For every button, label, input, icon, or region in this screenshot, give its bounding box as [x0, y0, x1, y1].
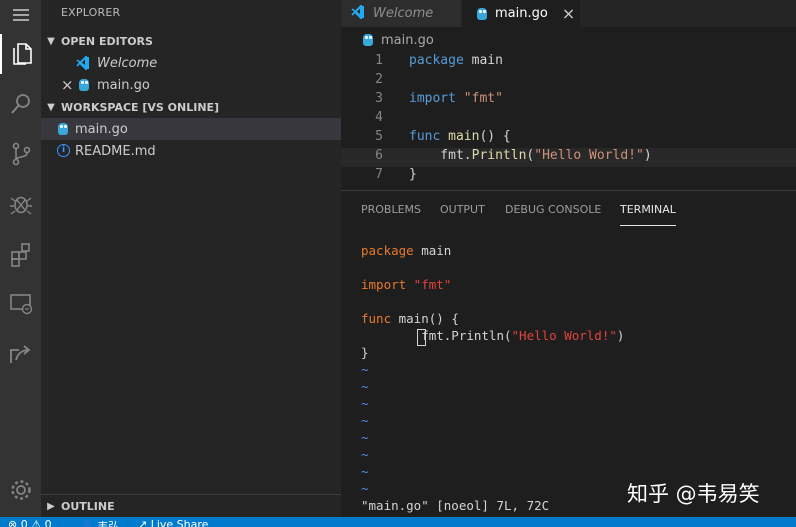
- close-icon[interactable]: ×: [61, 76, 74, 94]
- code-token: main: [448, 129, 480, 144]
- go-file-icon: [477, 7, 487, 20]
- code-token: fmt.: [409, 148, 472, 163]
- tab-output[interactable]: OUTPUT: [440, 203, 485, 225]
- editor-tabs: Welcome main.go ×: [341, 0, 796, 27]
- go-file-icon: [58, 123, 68, 135]
- open-editor-item-main-go[interactable]: × main.go: [41, 74, 341, 96]
- terminal-status-line: "main.go" [noeol] 7L, 72C: [361, 498, 550, 513]
- open-editor-label: Welcome: [97, 55, 158, 71]
- live-share-button[interactable]: ↗ Live Share: [138, 518, 208, 527]
- terminal-line: package main: [361, 243, 452, 258]
- file-label: main.go: [75, 121, 128, 137]
- outline-section-header[interactable]: ▶ OUTLINE: [41, 494, 341, 517]
- problems-indicator[interactable]: ⊗ 0 ⚠ 0: [8, 518, 52, 527]
- line-number: 3: [375, 91, 383, 106]
- source-control-icon[interactable]: [0, 134, 41, 174]
- chevron-right-icon: ▶: [47, 500, 55, 512]
- open-editors-label: OPEN EDITORS: [61, 34, 153, 48]
- vscode-logo-icon: [351, 3, 365, 23]
- sidebar-title: EXPLORER: [61, 6, 121, 19]
- terminal-line: fmt.Println("Hello World!"): [361, 328, 625, 343]
- code-token: Println: [471, 148, 527, 163]
- line-number: 6: [375, 148, 383, 163]
- breadcrumb[interactable]: main.go: [341, 28, 796, 52]
- workspace-label: WORKSPACE [VS ONLINE]: [61, 100, 220, 114]
- remote-explorer-icon[interactable]: [0, 284, 41, 324]
- tab-debug-console[interactable]: DEBUG CONSOLE: [505, 203, 601, 225]
- info-icon: i: [57, 144, 70, 157]
- close-icon[interactable]: ×: [562, 4, 575, 23]
- code-line: 3 import "fmt": [341, 91, 796, 110]
- status-bar: ⊗ 0 ⚠ 0 👤 韦弘 ↗ Live Share: [0, 517, 796, 527]
- line-number: 1: [375, 53, 383, 68]
- file-item-main-go[interactable]: main.go: [41, 118, 341, 140]
- tab-problems[interactable]: PROBLEMS: [361, 203, 421, 225]
- watermark: 知乎 @韦易笑: [627, 482, 760, 506]
- terminal-tilde: ~: [361, 430, 369, 445]
- terminal-tilde: ~: [361, 396, 369, 411]
- file-item-readme[interactable]: i README.md: [41, 140, 341, 162]
- explorer-sidebar: EXPLORER ▼ OPEN EDITORS Welcome × main.g…: [41, 0, 341, 517]
- vscode-logo-icon: [76, 54, 90, 74]
- menu-icon[interactable]: [0, 0, 41, 30]
- code-token: "Hello World!": [534, 148, 644, 163]
- code-line: 1 package main: [341, 53, 796, 72]
- line-number: 5: [375, 129, 383, 144]
- tab-terminal[interactable]: TERMINAL: [620, 203, 676, 226]
- search-icon[interactable]: [0, 84, 41, 124]
- code-token: }: [409, 167, 417, 182]
- tab-label: Welcome: [373, 6, 434, 21]
- bottom-panel: PROBLEMS OUTPUT DEBUG CONSOLE TERMINAL p…: [341, 190, 796, 518]
- chevron-down-icon: ▼: [47, 101, 55, 113]
- code-line-current: 6 fmt.Println("Hello World!"): [341, 148, 796, 167]
- explorer-icon[interactable]: [0, 34, 41, 74]
- terminal-tilde: ~: [361, 379, 369, 394]
- extensions-icon[interactable]: [0, 234, 41, 274]
- live-share-icon[interactable]: [0, 334, 41, 374]
- workspace-section-header[interactable]: ▼ WORKSPACE [VS ONLINE]: [41, 96, 341, 118]
- terminal-line: }: [361, 345, 369, 360]
- line-number: 7: [375, 167, 383, 182]
- code-token: func: [409, 129, 441, 144]
- code-editor[interactable]: 1 package main 2 3 import "fmt" 4 5 func…: [341, 52, 796, 188]
- code-line: 2: [341, 72, 796, 91]
- code-token: main: [463, 53, 503, 68]
- terminal-tilde: ~: [361, 464, 369, 479]
- terminal-tilde: ~: [361, 413, 369, 428]
- code-token: ): [643, 148, 652, 163]
- code-line: 4: [341, 110, 796, 129]
- code-line: 7 }: [341, 167, 796, 186]
- tab-main-go[interactable]: main.go ×: [462, 0, 580, 27]
- file-label: README.md: [75, 143, 156, 159]
- code-token: import: [409, 91, 456, 106]
- code-line: 5 func main() {: [341, 129, 796, 148]
- open-editor-item-welcome[interactable]: Welcome: [41, 52, 341, 74]
- settings-gear-icon[interactable]: [0, 470, 41, 510]
- terminal-tilde: ~: [361, 481, 369, 496]
- account-indicator[interactable]: 👤 韦弘: [80, 518, 119, 527]
- open-editors-section-header[interactable]: ▼ OPEN EDITORS: [41, 30, 341, 52]
- open-editor-label: main.go: [97, 77, 150, 93]
- terminal-line: import "fmt": [361, 277, 452, 292]
- line-number: 2: [375, 72, 383, 87]
- debug-icon[interactable]: [0, 184, 41, 224]
- tab-label: main.go: [495, 6, 548, 21]
- code-token: "fmt": [463, 91, 503, 106]
- line-number: 4: [375, 110, 383, 125]
- breadcrumb-file: main.go: [381, 32, 434, 48]
- terminal-cursor: [417, 329, 426, 346]
- terminal-line: func main() {: [361, 311, 459, 326]
- terminal-tilde: ~: [361, 362, 369, 377]
- terminal-tilde: ~: [361, 447, 369, 462]
- go-file-icon: [363, 34, 373, 46]
- chevron-down-icon: ▼: [47, 35, 55, 47]
- code-token: () {: [479, 129, 511, 144]
- code-token: package: [409, 53, 464, 68]
- activity-bar: [0, 0, 41, 517]
- outline-label: OUTLINE: [61, 499, 115, 513]
- go-file-icon: [79, 79, 89, 91]
- tab-welcome[interactable]: Welcome: [341, 0, 461, 27]
